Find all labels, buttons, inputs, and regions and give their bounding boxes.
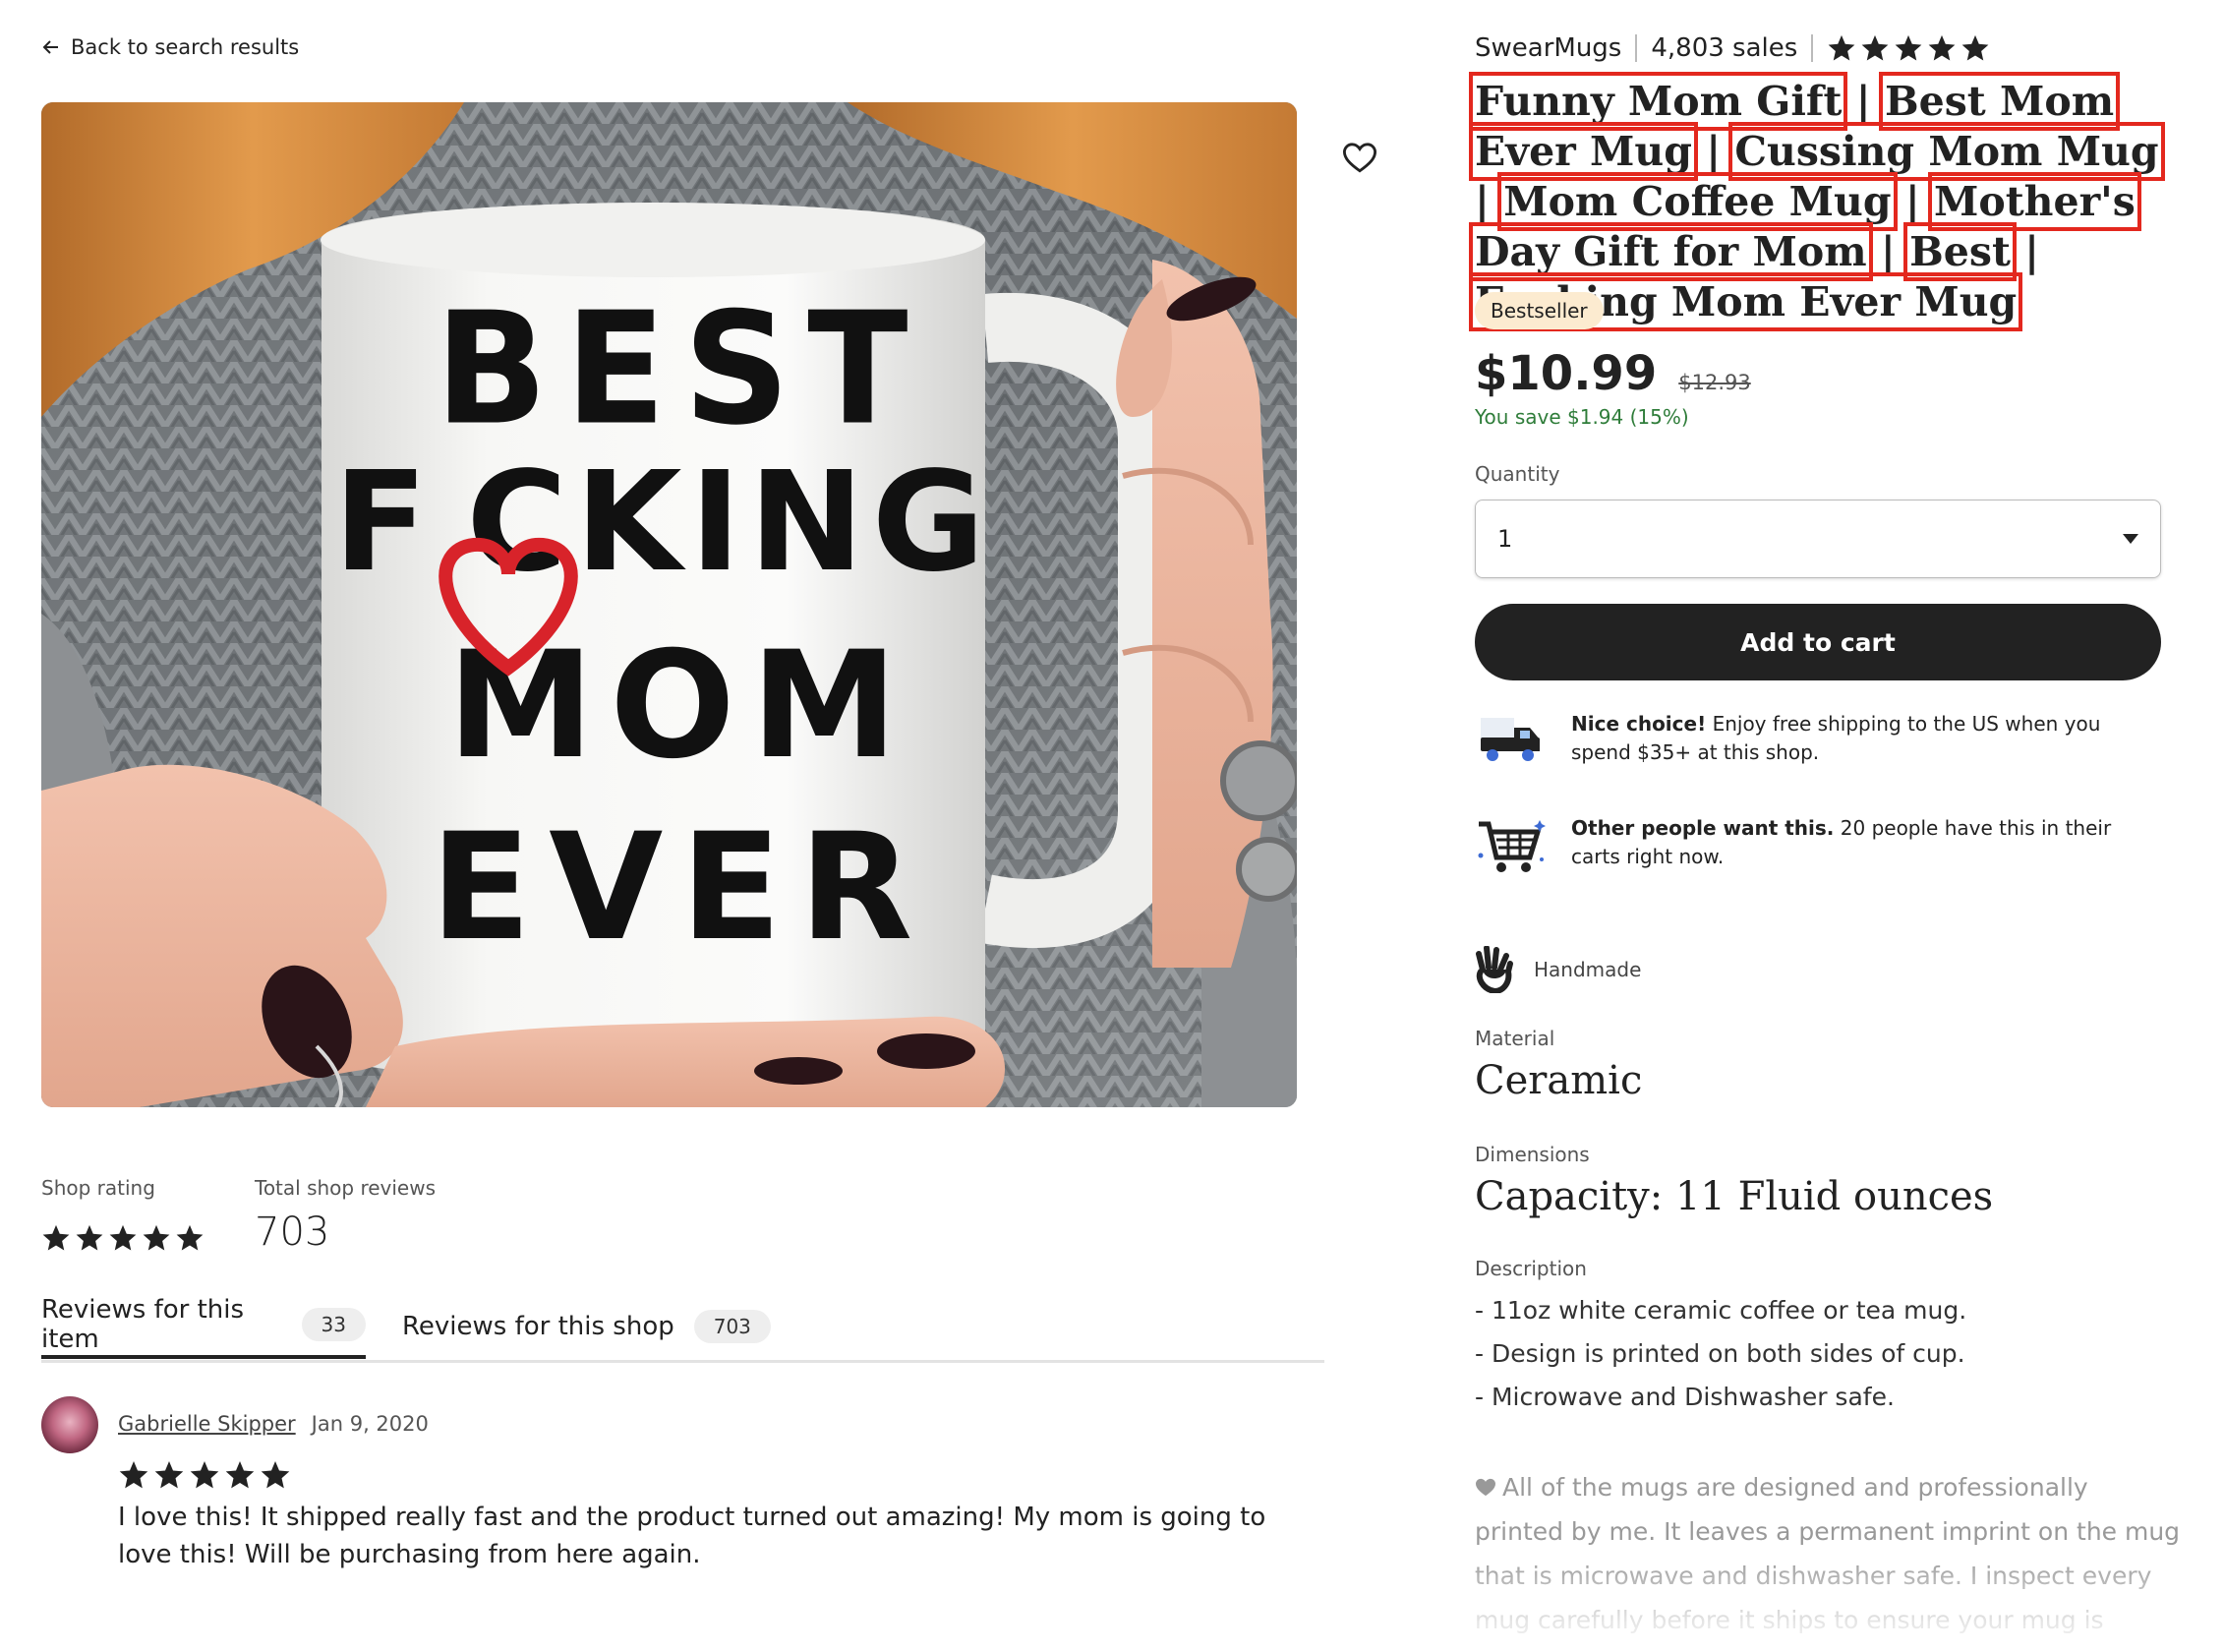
total-reviews-label: Total shop reviews	[255, 1176, 437, 1200]
shipping-note: Nice choice! Enjoy free shipping to the …	[1475, 710, 2163, 777]
quantity-value: 1	[1497, 525, 1513, 553]
small-heart-icon	[1476, 1478, 1495, 1497]
title-separator: |	[1475, 178, 1490, 225]
favorite-button[interactable]	[1337, 136, 1382, 181]
material-label: Material	[1475, 1027, 1555, 1050]
star-icon	[1861, 34, 1889, 61]
avatar[interactable]	[41, 1396, 98, 1453]
reviewer-name-link[interactable]: Gabrielle Skipper	[118, 1412, 296, 1436]
title-separator: |	[1706, 128, 1722, 175]
material-value: Ceramic	[1475, 1058, 1643, 1103]
mug-text-line-1: BEST	[435, 279, 925, 459]
popularity-note: Other people want this. 20 people have t…	[1475, 814, 2163, 887]
tab-label: Reviews for this item	[41, 1295, 245, 1354]
divider	[1811, 34, 1814, 62]
star-icon	[261, 1461, 290, 1489]
handmade-info: Handmade	[1475, 946, 1641, 993]
listing-title: Funny Mom Gift | Best Mom Ever Mug | Cus…	[1468, 72, 2183, 331]
hand-icon	[1476, 946, 1513, 993]
title-part: Funny Mom Gift	[1468, 72, 1848, 131]
heart-icon	[1343, 143, 1376, 173]
star-icon	[190, 1461, 219, 1489]
popularity-note-text: Other people want this. 20 people have t…	[1571, 814, 2163, 887]
star-icon	[109, 1224, 137, 1251]
title-separator: |	[2024, 228, 2040, 275]
mug-text-line-4: EVER	[431, 802, 931, 974]
description-line: - 11oz white ceramic coffee or tea mug.	[1475, 1296, 1967, 1325]
shop-info: SwearMugs 4,803 sales	[1475, 33, 1990, 63]
description-more[interactable]: All of the mugs are designed and profess…	[1475, 1465, 2183, 1652]
star-icon	[1961, 34, 1989, 61]
shop-rating-label: Shop rating	[41, 1176, 155, 1200]
star-icon	[143, 1224, 170, 1251]
tab-reviews-item[interactable]: Reviews for this item 33	[41, 1294, 366, 1359]
star-icon	[1928, 34, 1956, 61]
review-date: Jan 9, 2020	[311, 1412, 429, 1436]
savings-text: You save $1.94 (15%)	[1475, 405, 1689, 429]
caret-down-icon	[2123, 534, 2138, 544]
description-label: Description	[1475, 1257, 1587, 1280]
arrow-left-icon	[42, 40, 58, 54]
tab-count-badge: 703	[693, 1310, 771, 1343]
title-separator: |	[1855, 78, 1871, 125]
shopping-cart-icon	[1475, 814, 1548, 887]
price-block: $10.99 $12.93	[1475, 346, 1751, 401]
title-separator: |	[1880, 228, 1896, 275]
description-more-text: All of the mugs are designed and profess…	[1475, 1473, 2181, 1634]
original-price: $12.93	[1678, 371, 1751, 394]
title-separator: |	[1904, 178, 1920, 225]
handmade-label: Handmade	[1534, 958, 1642, 981]
shop-rating-stars	[41, 1223, 205, 1253]
mug-photo: BEST F CKING MOM EVER	[41, 102, 1297, 1107]
review-meta: Gabrielle Skipper Jan 9, 2020	[118, 1412, 429, 1436]
star-icon	[225, 1461, 255, 1489]
mug-text-line-3: MOM	[447, 620, 913, 792]
mug-text-line-2a: F	[333, 442, 428, 603]
title-part: Best	[1903, 222, 2017, 281]
star-icon	[42, 1224, 70, 1251]
sales-count: 4,803 sales	[1651, 33, 1798, 63]
review-rating-stars	[118, 1459, 291, 1491]
star-icon	[119, 1461, 148, 1489]
divider	[1635, 34, 1638, 62]
star-icon	[76, 1224, 103, 1251]
dimensions-value: Capacity: 11 Fluid ounces	[1475, 1174, 1994, 1219]
add-to-cart-button[interactable]: Add to cart	[1475, 604, 2161, 680]
tab-reviews-shop[interactable]: Reviews for this shop 703	[402, 1294, 771, 1359]
delivery-truck-icon	[1475, 710, 1548, 777]
star-icon	[1895, 34, 1922, 61]
quantity-select[interactable]: 1	[1475, 500, 2161, 578]
star-icon	[154, 1461, 184, 1489]
quantity-label: Quantity	[1475, 462, 1560, 486]
review-text: I love this! It shipped really fast and …	[118, 1503, 1266, 1569]
title-part: Cussing Mom Mug	[1728, 122, 2165, 181]
note-bold: Nice choice!	[1571, 712, 1707, 736]
tab-label: Reviews for this shop	[402, 1312, 674, 1341]
total-reviews-count: 703	[255, 1210, 330, 1255]
dimensions-label: Dimensions	[1475, 1143, 1590, 1166]
back-link-label: Back to search results	[71, 35, 300, 59]
shop-name-link[interactable]: SwearMugs	[1475, 33, 1621, 63]
product-image[interactable]: BEST F CKING MOM EVER	[41, 102, 1297, 1107]
bestseller-badge: Bestseller	[1475, 292, 1604, 329]
shipping-note-text: Nice choice! Enjoy free shipping to the …	[1571, 710, 2163, 777]
review-tabs: Reviews for this item 33 Reviews for thi…	[41, 1294, 1324, 1363]
star-icon	[176, 1224, 204, 1251]
tab-count-badge: 33	[301, 1308, 366, 1341]
title-part: Mom Coffee Mug	[1497, 172, 1898, 231]
star-icon	[1828, 34, 1855, 61]
current-price: $10.99	[1475, 346, 1658, 401]
back-to-search-link[interactable]: Back to search results	[41, 35, 299, 59]
shop-stars[interactable]	[1827, 33, 1990, 63]
note-bold: Other people want this.	[1571, 816, 1835, 840]
mug-text-line-2b: CKING	[466, 442, 992, 603]
description-line: - Design is printed on both sides of cup…	[1475, 1339, 1965, 1368]
description-line: - Microwave and Dishwasher safe.	[1475, 1383, 1895, 1411]
